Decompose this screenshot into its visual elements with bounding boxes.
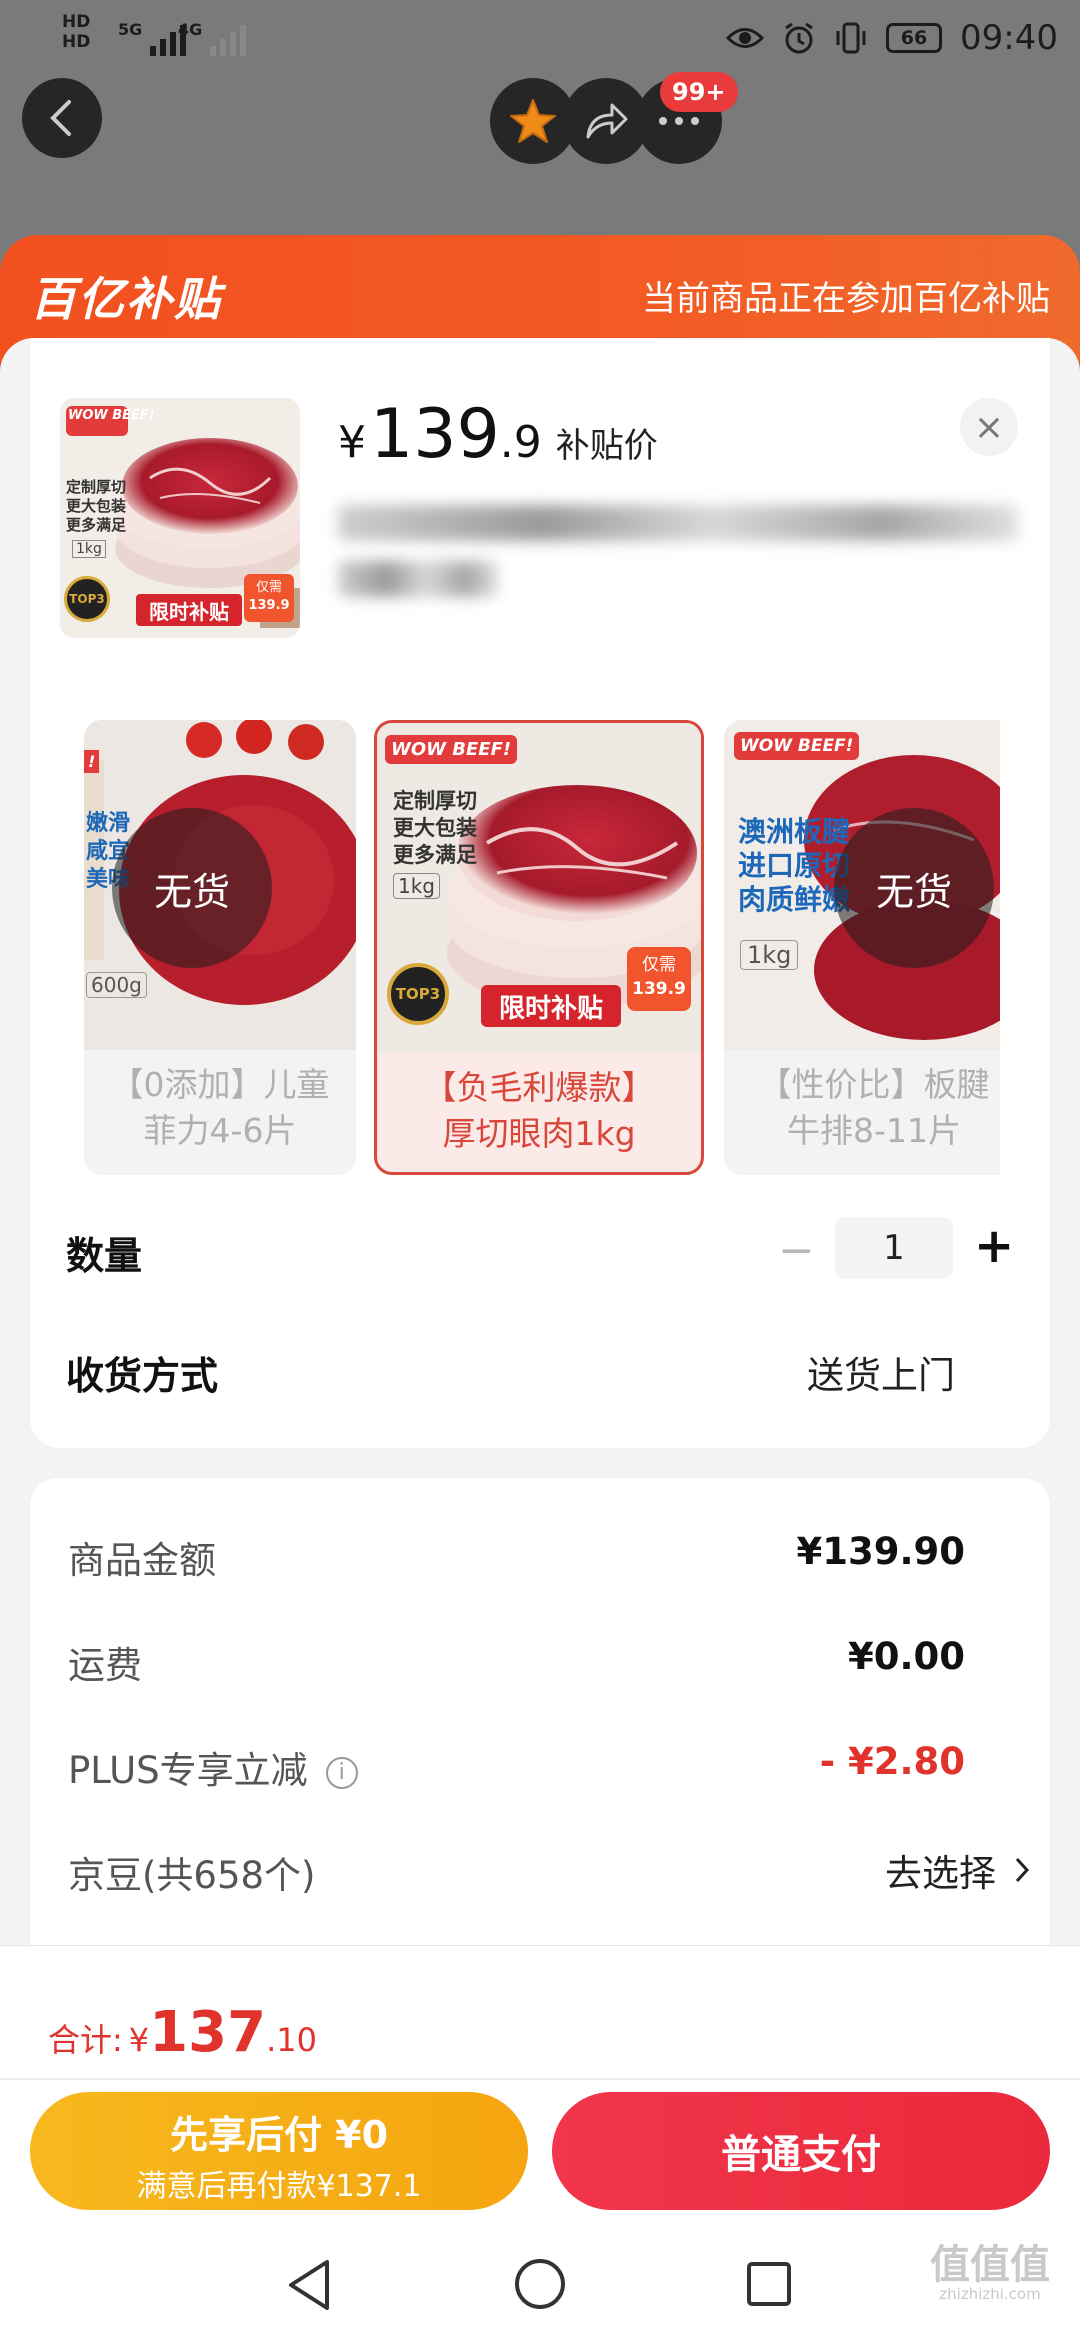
thumb-weight: 1kg bbox=[72, 540, 106, 558]
info-icon[interactable]: i bbox=[325, 1756, 358, 1789]
top3-badge: TOP3 bbox=[64, 576, 110, 622]
quantity-increase-button[interactable]: + bbox=[974, 1218, 1014, 1274]
soldout-overlay-0: 无货 bbox=[112, 808, 272, 968]
thumb-lines: 定制厚切 更大包装 更多满足 bbox=[66, 478, 127, 534]
delivery-label: 收货方式 bbox=[66, 1354, 219, 1398]
jd-beans-label: 京豆(共658个) bbox=[68, 1854, 316, 1897]
pay-later-button[interactable]: 先享后付 ¥0 满意后再付款¥137.1 bbox=[30, 2092, 528, 2210]
jd-beans-select[interactable]: 去选择 bbox=[885, 1843, 1030, 1897]
variant-weight-1: 1kg bbox=[393, 873, 441, 899]
clock: 09:40 bbox=[960, 18, 1058, 58]
total-decimal: .10 bbox=[266, 2021, 317, 2059]
watermark: 值值值 zhizhizhi.com bbox=[930, 2245, 1050, 2303]
product-thumbnail[interactable]: WOW BEEF! 定制厚切 更大包装 更多满足 1kg TOP3 限时补贴 仅… bbox=[60, 398, 300, 638]
top3-badge-1: TOP3 bbox=[387, 963, 449, 1025]
variant-logo-2: WOW BEEF! bbox=[734, 732, 860, 760]
star-icon bbox=[510, 99, 556, 143]
variant-weight-2: 1kg bbox=[740, 940, 799, 970]
price-label: 补贴价 bbox=[555, 426, 658, 466]
back-button[interactable] bbox=[22, 78, 102, 158]
variant-caption-0: 【0添加】儿童 菲力4-6片 bbox=[110, 1065, 330, 1150]
normal-pay-button[interactable]: 普通支付 bbox=[552, 2092, 1050, 2210]
nav-back-icon[interactable] bbox=[285, 2258, 335, 2312]
quantity-input[interactable]: 1 bbox=[835, 1217, 953, 1279]
total-integer: 137 bbox=[149, 2000, 267, 2065]
shipping-label: 运费 bbox=[68, 1644, 142, 1687]
status-bar: HD HD 5G 4G 66 09:40 bbox=[0, 0, 1080, 80]
plus-discount-row: PLUS专享立减 i bbox=[68, 1740, 358, 1794]
hd-label-1: HD bbox=[62, 12, 91, 32]
thumb-logo: WOW BEEF! bbox=[68, 408, 155, 423]
status-right: 66 09:40 bbox=[726, 18, 1058, 58]
subsidy-note: 当前商品正在参加百亿补贴 bbox=[642, 279, 1050, 319]
variant-card-2[interactable]: WOW BEEF! 澳洲板腱 进口原切 肉质鲜嫩 1kg 无货 【性价比】板腱 … bbox=[724, 720, 1000, 1175]
variant-caption-1: 【负毛利爆款】 厚切眼肉1kg bbox=[423, 1068, 655, 1153]
jd-beans-value: 去选择 bbox=[885, 1852, 996, 1895]
total-currency: ¥ bbox=[128, 2021, 150, 2059]
nav-recents-icon[interactable] bbox=[745, 2260, 793, 2308]
variant-banner-1: 限时补贴 bbox=[481, 985, 621, 1027]
network-4g-label: 4G bbox=[178, 20, 203, 39]
total-label: 合计: bbox=[48, 2021, 123, 2059]
system-nav-bar bbox=[0, 2230, 1080, 2340]
signal-icon-1: 5G bbox=[118, 20, 187, 56]
delivery-method[interactable]: 送货上门 bbox=[807, 1345, 955, 1399]
alarm-icon bbox=[785, 22, 813, 54]
vibrate-icon bbox=[836, 22, 866, 54]
close-button[interactable]: × bbox=[960, 398, 1018, 456]
price-integer: 139 bbox=[370, 395, 500, 474]
price-currency: ¥ bbox=[338, 417, 366, 468]
nav-home-icon[interactable] bbox=[513, 2257, 567, 2311]
chevron-left-icon bbox=[50, 100, 71, 136]
subsidy-logo: 百亿补贴 bbox=[30, 272, 222, 326]
soldout-overlay-2: 无货 bbox=[834, 808, 994, 968]
variant-card-1-selected[interactable]: WOW BEEF! 定制厚切 更大包装 更多满足 1kg TOP3 限时补贴 仅… bbox=[374, 720, 704, 1175]
variant-card-0[interactable]: ! 嫩滑 咸宜 美味 600g 无货 【0添加】儿童 菲力4-6片 bbox=[84, 720, 356, 1175]
variant-img-lines-1: 定制厚切 更大包装 更多满足 bbox=[393, 789, 477, 867]
thumb-price-tag: 仅需 139.9 bbox=[244, 574, 294, 622]
quantity-decrease-button[interactable]: − bbox=[778, 1225, 815, 1276]
battery-icon: 66 bbox=[886, 23, 943, 53]
thumb-banner: 限时补贴 bbox=[136, 594, 242, 626]
network-5g-label: 5G bbox=[118, 20, 143, 39]
hd-indicators: HD HD bbox=[62, 12, 90, 52]
chevron-right-icon bbox=[1015, 1857, 1030, 1883]
variant-carousel[interactable]: ! 嫩滑 咸宜 美味 600g 无货 【0添加】儿童 菲力4-6片 WOW BE… bbox=[84, 720, 1000, 1175]
variant-img-lines-2: 澳洲板腱 进口原切 肉质鲜嫩 bbox=[738, 815, 851, 916]
footer-divider bbox=[0, 2078, 1080, 2080]
more-dots-icon bbox=[659, 117, 699, 125]
watermark-sub: zhizhizhi.com bbox=[939, 2285, 1041, 2303]
order-total: 合计: ¥ 137 .10 bbox=[48, 2000, 317, 2065]
hd-label-2: HD bbox=[62, 32, 91, 52]
variant-price-tag-1: 仅需 139.9 bbox=[627, 947, 691, 1011]
variant-logo-1: WOW BEEF! bbox=[385, 735, 518, 764]
pay-later-subtitle: 满意后再付款¥137.1 bbox=[136, 2169, 422, 2204]
eye-icon bbox=[726, 28, 765, 48]
share-icon bbox=[586, 103, 628, 139]
watermark-main: 值值值 bbox=[930, 2242, 1050, 2288]
variant-logo-0: ! bbox=[84, 750, 100, 773]
goods-amount-label: 商品金额 bbox=[68, 1539, 216, 1582]
signal-icon-2: 4G bbox=[178, 20, 247, 56]
goods-amount-value: ¥139.90 bbox=[796, 1530, 965, 1573]
product-title-blurred bbox=[338, 505, 1018, 615]
plus-discount-label: PLUS专享立减 bbox=[68, 1749, 308, 1792]
variant-caption-2: 【性价比】板腱 牛排8-11片 bbox=[758, 1065, 990, 1150]
plus-discount-value: - ¥2.80 bbox=[819, 1740, 965, 1783]
notification-badge: 99+ bbox=[660, 72, 738, 112]
variant-weight-0: 600g bbox=[86, 972, 147, 998]
price-decimal: .9 bbox=[499, 417, 542, 468]
shipping-value: ¥0.00 bbox=[847, 1635, 965, 1678]
quantity-label: 数量 bbox=[66, 1234, 143, 1278]
subsidy-price: ¥ 139 .9 补贴价 bbox=[338, 395, 658, 474]
pay-later-title: 先享后付 ¥0 bbox=[169, 2113, 389, 2157]
